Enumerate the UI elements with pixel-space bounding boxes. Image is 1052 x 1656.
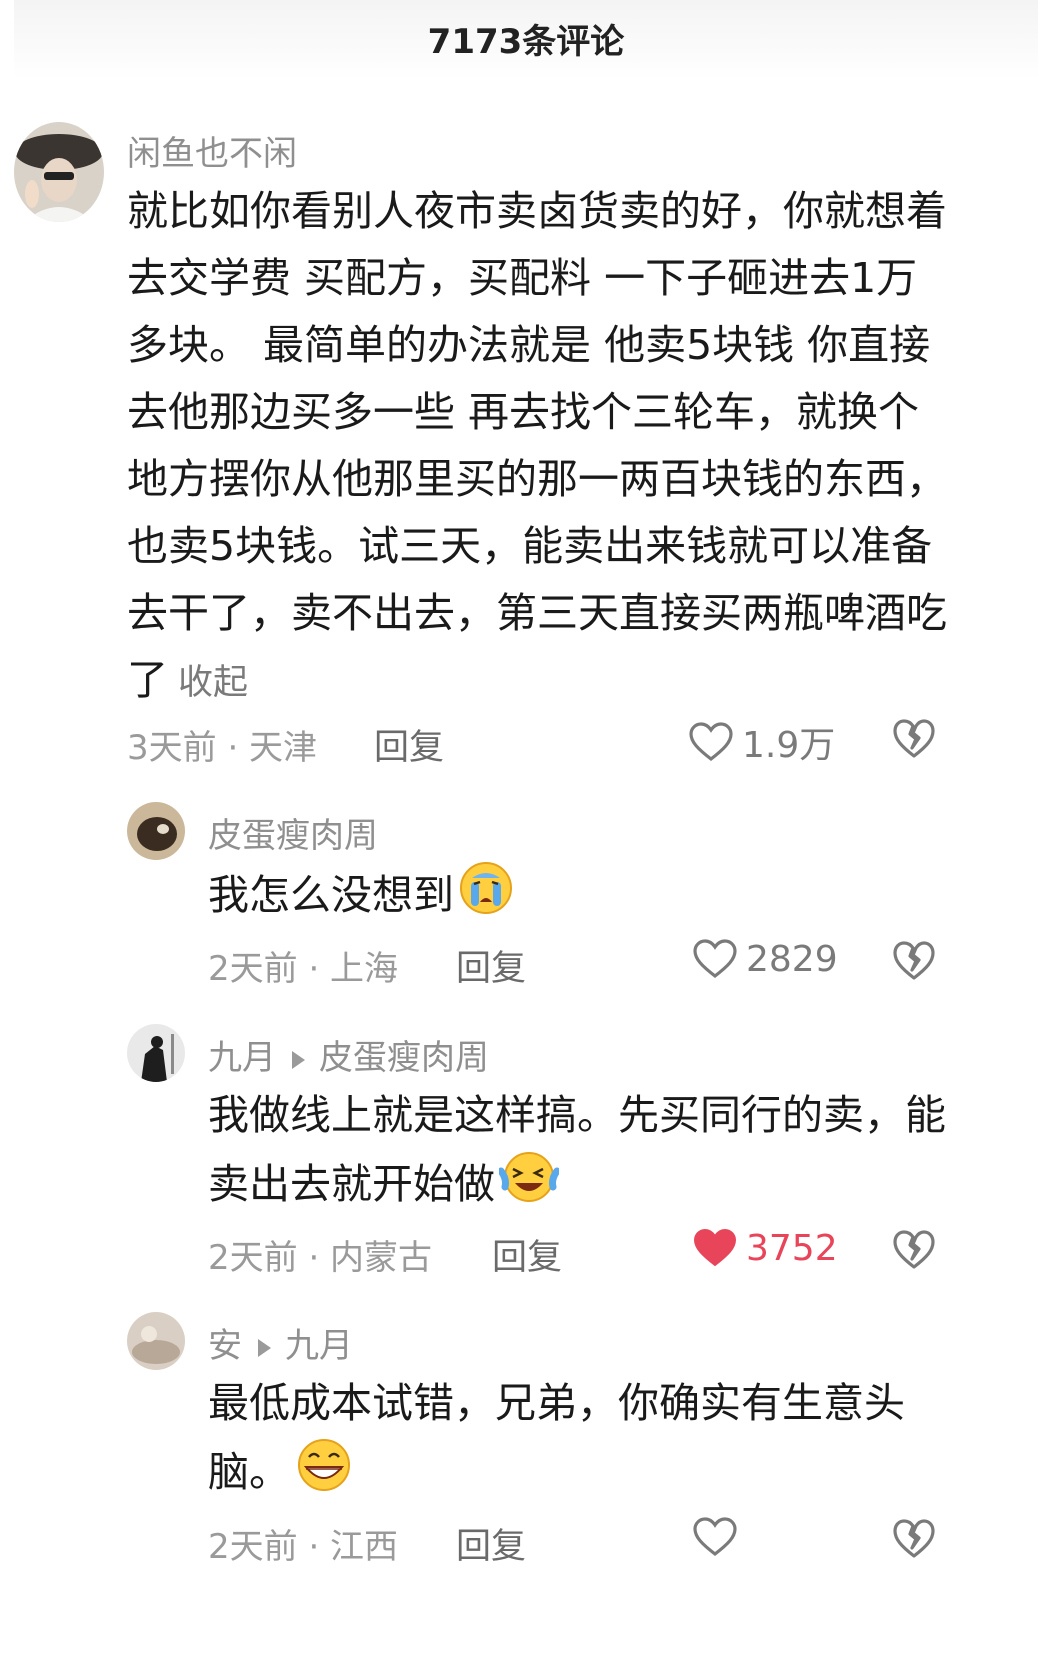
heart-filled-icon [693, 1228, 737, 1267]
username-text: 安 [208, 1326, 242, 1366]
reply-button[interactable]: 回复 [456, 1518, 526, 1569]
avatar[interactable] [127, 1312, 185, 1370]
username-text: 九月 [208, 1038, 276, 1078]
like-count: 3752 [746, 1227, 838, 1269]
broken-heart-icon [893, 941, 935, 980]
comment-meta: 2天前 · 上海 [208, 949, 399, 989]
reply-arrow-icon [292, 1050, 305, 1069]
reply-button[interactable]: 回复 [492, 1229, 562, 1280]
reply-to-username[interactable]: 九月 [285, 1326, 353, 1366]
heart-outline-icon [693, 1517, 737, 1557]
comment-text: 就比如你看别人夜市卖卤货卖的好，你就想着去交学费 买配方，买配料 一下子砸进去1… [127, 178, 947, 717]
reply-button[interactable]: 回复 [374, 719, 444, 770]
comment-text: 我做线上就是这样搞。先买同行的卖，能卖出去就开始做 [208, 1082, 948, 1225]
broken-heart-icon [893, 1230, 935, 1269]
like-button[interactable]: 1.9万 [688, 716, 835, 768]
like-button[interactable]: 3752 [692, 1227, 838, 1269]
grinning-face-emoji [294, 1437, 354, 1513]
comment-text: 最低成本试错，兄弟，你确实有生意头脑。 [208, 1370, 948, 1513]
heart-outline-icon [689, 722, 733, 762]
like-button[interactable]: 2829 [692, 938, 838, 980]
comment-text-content: 就比如你看别人夜市卖卤货卖的好，你就想着去交学费 买配方，买配料 一下子砸进去1… [127, 187, 947, 704]
dislike-button[interactable] [892, 718, 936, 764]
comment-username[interactable]: 闲鱼也不闲 [127, 126, 297, 175]
comment-meta: 2天前 · 内蒙古 [208, 1238, 433, 1278]
comment-username[interactable]: 安 九月 [208, 1318, 353, 1367]
reply-arrow-icon [258, 1338, 271, 1357]
like-count: 2829 [746, 938, 838, 980]
comment-username[interactable]: 皮蛋瘦肉周 [208, 808, 378, 857]
dislike-button[interactable] [892, 1229, 936, 1275]
bottom-fade [14, 1566, 1038, 1656]
avatar[interactable] [14, 122, 104, 222]
comment-text: 我怎么没想到 [208, 860, 948, 936]
avatar[interactable] [127, 802, 185, 860]
broken-heart-icon [893, 719, 935, 758]
comment-meta: 3天前 · 天津 [127, 728, 318, 768]
dislike-button[interactable] [892, 940, 936, 986]
dislike-button[interactable] [892, 1518, 936, 1564]
avatar[interactable] [127, 1024, 185, 1082]
laughing-tears-emoji [497, 1149, 561, 1225]
like-button[interactable] [692, 1516, 746, 1558]
broken-heart-icon [893, 1519, 935, 1558]
comment-panel: 7173条评论 闲鱼也不闲 就比如你看别人夜市卖卤货卖的好，你就想着去交学费 买… [14, 0, 1038, 1656]
reply-to-username[interactable]: 皮蛋瘦肉周 [319, 1038, 489, 1078]
collapse-link[interactable]: 收起 [178, 663, 248, 703]
comment-text-content: 我怎么没想到 [208, 871, 454, 919]
reply-button[interactable]: 回复 [456, 940, 526, 991]
comment-text-content: 我做线上就是这样搞。先买同行的卖，能卖出去就开始做 [208, 1091, 946, 1208]
comment-header: 7173条评论 [14, 0, 1038, 80]
comment-username[interactable]: 九月 皮蛋瘦肉周 [208, 1030, 489, 1079]
comment-meta: 2天前 · 江西 [208, 1527, 399, 1567]
comment-count-title: 7173条评论 [427, 22, 625, 62]
like-count: 1.9万 [742, 725, 836, 766]
heart-outline-icon [693, 939, 737, 979]
crying-face-emoji [458, 860, 514, 936]
